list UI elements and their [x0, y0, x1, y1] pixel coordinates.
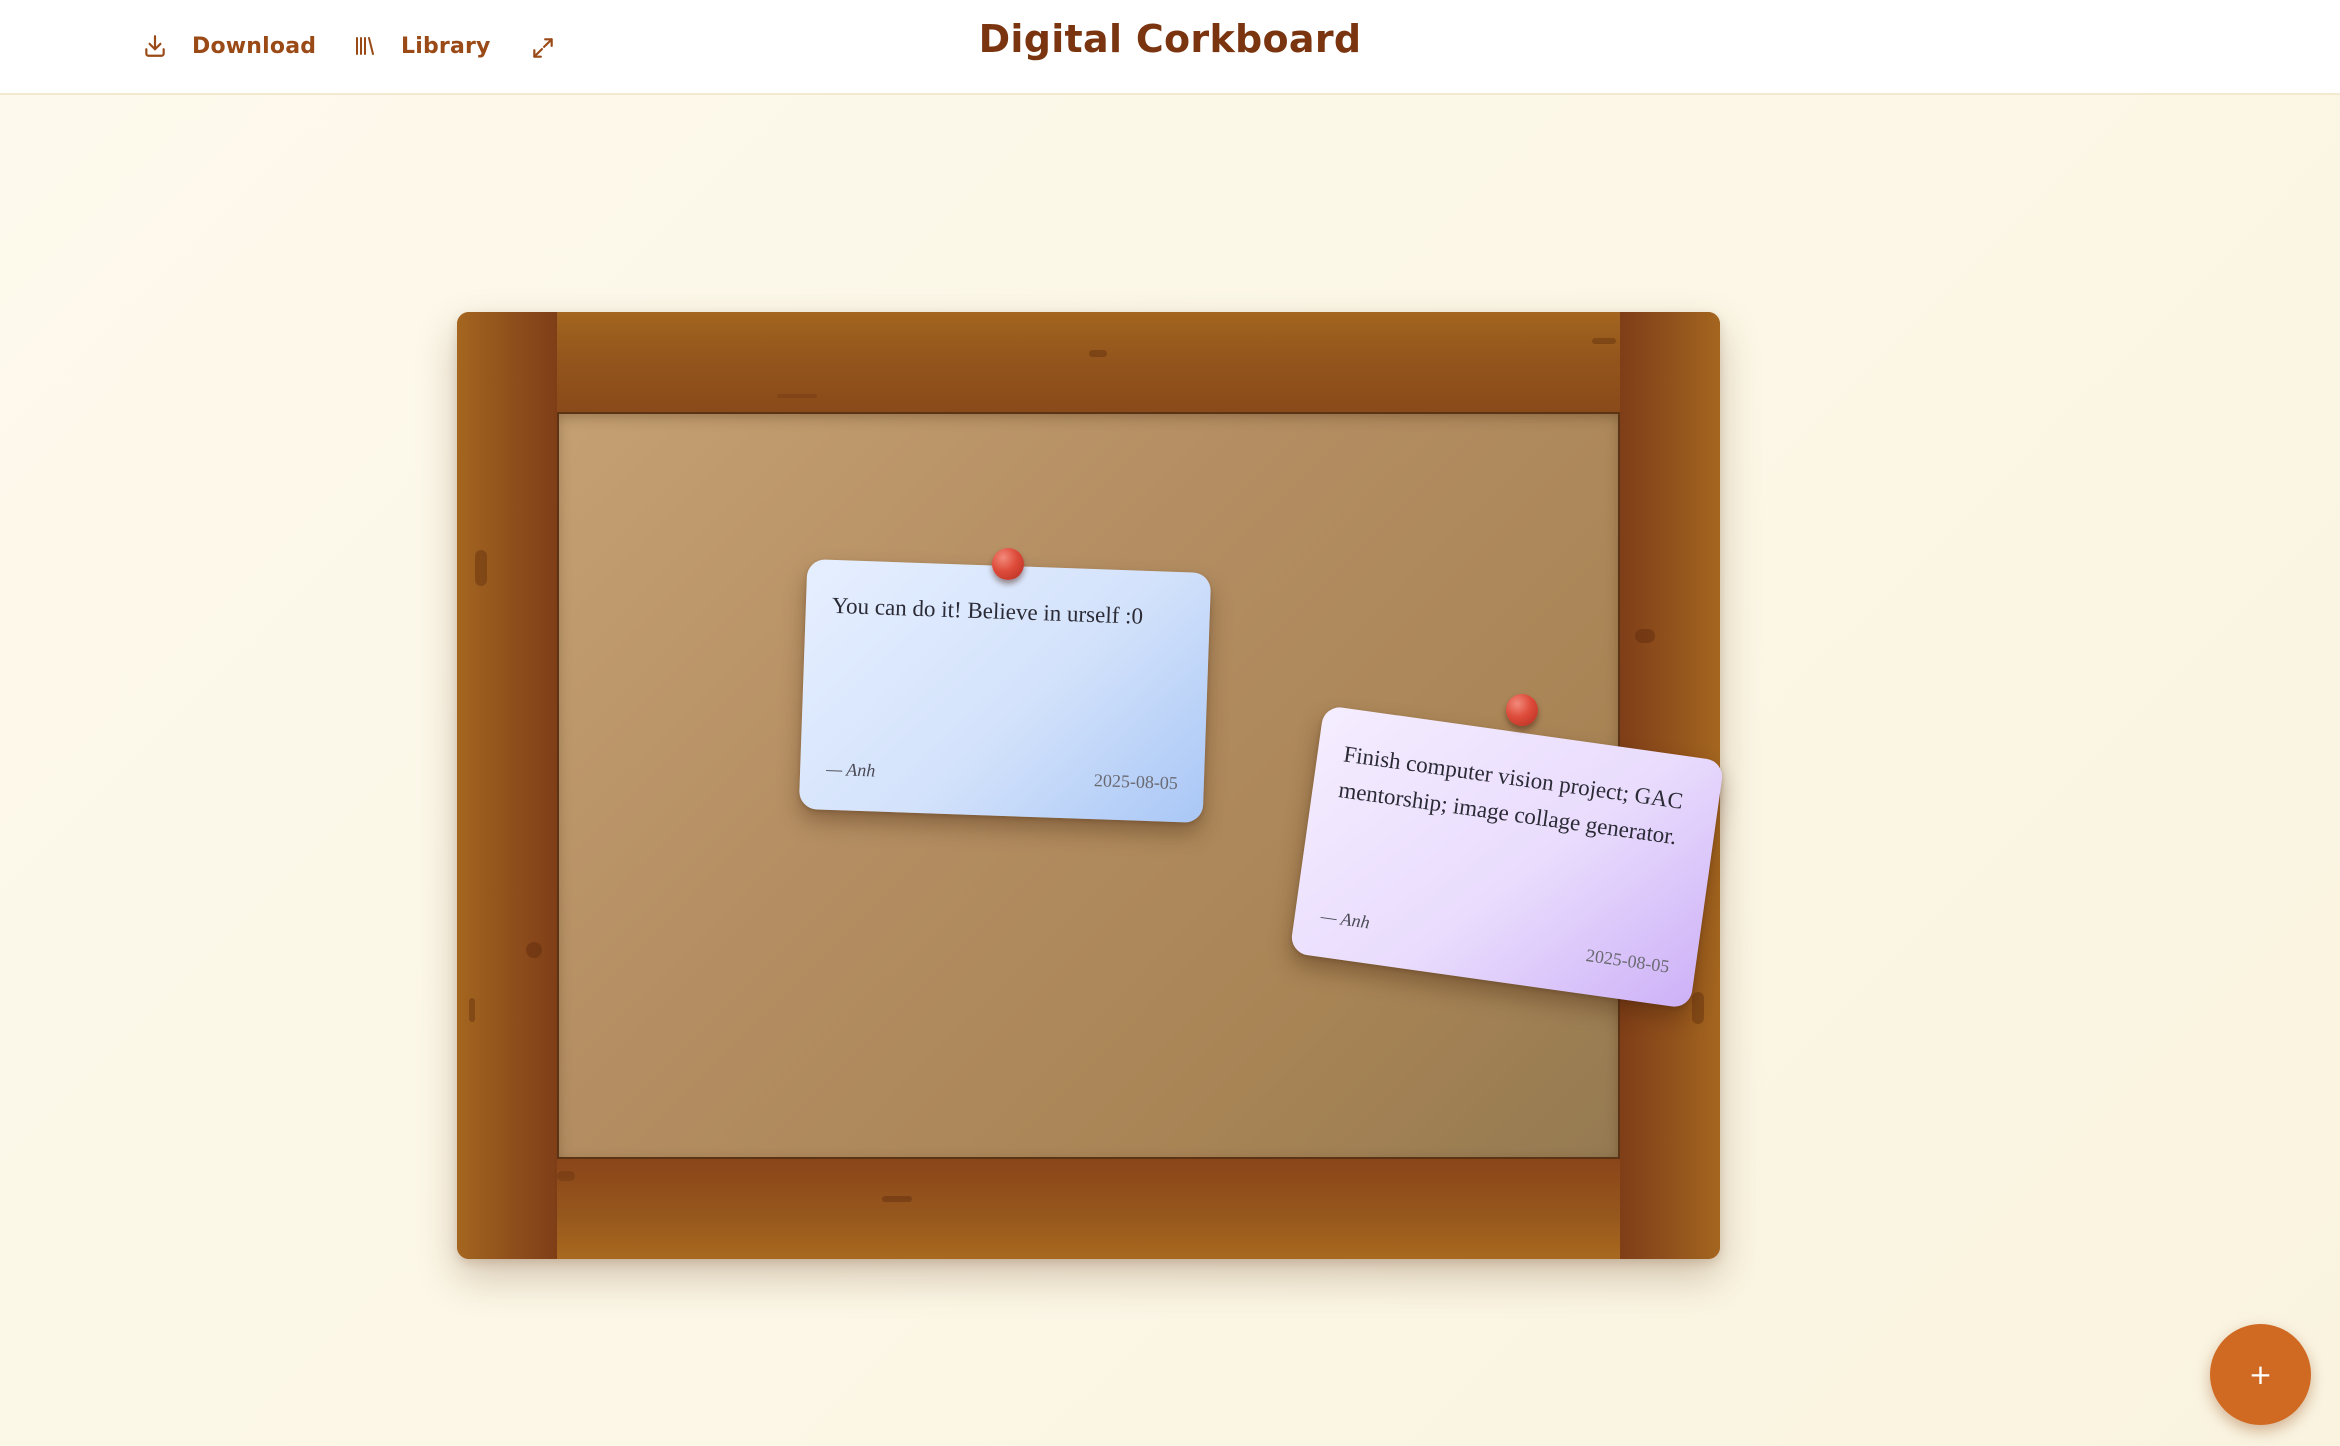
note-text: Finish computer vision project; GAC ment…: [1337, 741, 1685, 850]
note-date: 2025-08-05: [1093, 770, 1179, 794]
note-date: 2025-08-05: [1584, 945, 1671, 977]
plus-icon: +: [2248, 1358, 2273, 1391]
pushpin-icon: [992, 548, 1024, 580]
pushpin-icon: [1506, 694, 1538, 726]
top-bar: Download Library Digital Corkboard: [0, 0, 2340, 95]
frame-left: [457, 312, 557, 1259]
add-note-button[interactable]: +: [2210, 1324, 2311, 1425]
frame-bottom: [457, 1159, 1720, 1259]
sticky-note[interactable]: You can do it! Believe in urself :0 — An…: [798, 559, 1212, 823]
app-title: Digital Corkboard: [978, 17, 1362, 61]
note-author: — Anh: [825, 758, 876, 781]
frame-top: [457, 312, 1720, 412]
note-author: — Anh: [1319, 905, 1372, 933]
note-text: You can do it! Believe in urself :0: [831, 592, 1144, 629]
